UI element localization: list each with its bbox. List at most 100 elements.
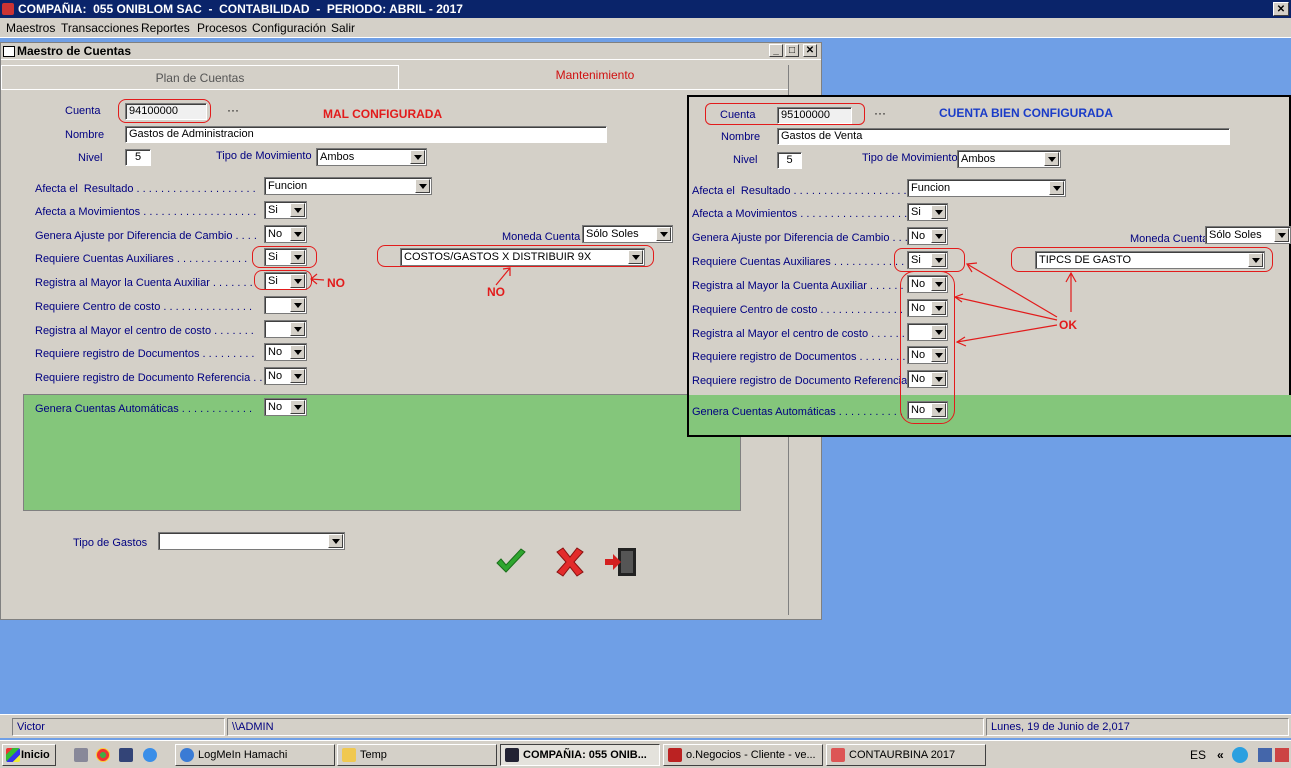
menu-maestros[interactable]: Maestros xyxy=(6,21,55,35)
status-bar: Victor \\ADMIN Lunes, 19 de Junio de 2,0… xyxy=(0,714,1291,738)
menu-reportes[interactable]: Reportes xyxy=(141,21,190,35)
tray-expand-button[interactable]: « xyxy=(1217,744,1224,766)
nombre-label: Nombre xyxy=(65,129,105,141)
nivel-input[interactable]: 5 xyxy=(125,149,151,166)
language-indicator[interactable]: ES xyxy=(1190,744,1206,766)
hamachi-icon xyxy=(180,748,194,762)
teamviewer-icon[interactable] xyxy=(1232,747,1248,763)
taskbar-temp[interactable]: Temp xyxy=(337,744,497,766)
registra-mayor-cc-select[interactable] xyxy=(264,320,307,338)
start-button[interactable]: Inicio xyxy=(2,744,56,766)
app-title: COMPAÑIA: 055 ONIBLOM SAC - CONTABILIDAD… xyxy=(18,2,463,16)
genera-automaticas-label: Genera Cuentas Automáticas . . . . . . .… xyxy=(35,403,253,415)
network-icon[interactable] xyxy=(1258,748,1272,762)
tab-divider xyxy=(1,89,789,90)
chrome-icon[interactable] xyxy=(96,748,110,762)
close-button[interactable]: ✕ xyxy=(803,44,817,57)
app-title-bar: COMPAÑIA: 055 ONIBLOM SAC - CONTABILIDAD… xyxy=(0,0,1291,18)
tipo-gastos-select[interactable] xyxy=(158,532,345,550)
requiere-doc-select[interactable]: No xyxy=(264,343,307,361)
ie-icon[interactable] xyxy=(143,748,157,762)
nombre-input[interactable]: Gastos de Administracion xyxy=(125,126,607,143)
genera-automaticas-value: No xyxy=(268,401,283,413)
tab-plan-cuentas[interactable]: Plan de Cuentas xyxy=(1,65,399,89)
status-date: Lunes, 19 de Junio de 2,017 xyxy=(986,718,1289,736)
ajuste-cambio-label: Genera Ajuste por Diferencia de Cambio .… xyxy=(35,230,257,242)
taskbar-negocios-label: o.Negocios - Cliente - ve... xyxy=(686,749,816,761)
annotation-mal-configurada: MAL CONFIGURADA xyxy=(323,107,443,121)
menu-bar: Maestros Transacciones Reportes Procesos… xyxy=(0,18,1291,38)
chevron-down-icon[interactable] xyxy=(410,150,425,164)
requiere-cc-label: Requiere Centro de costo . . . . . . . .… xyxy=(35,301,253,313)
accept-button[interactable] xyxy=(494,546,528,578)
moneda-cuenta-value: Sólo Soles xyxy=(586,228,639,240)
taskbar-hamachi[interactable]: LogMeIn Hamachi xyxy=(175,744,335,766)
security-icon[interactable] xyxy=(1275,748,1289,762)
menu-configuracion[interactable]: Configuración xyxy=(252,21,326,35)
afecta-movimientos-select[interactable]: Si xyxy=(264,201,307,219)
cancel-button[interactable] xyxy=(553,545,587,579)
taskbar-contaurbina-label: CONTAURBINA 2017 xyxy=(849,749,956,761)
fox-icon xyxy=(831,748,845,762)
status-path: \\ADMIN xyxy=(227,718,984,736)
taskbar-compania[interactable]: COMPAÑIA: 055 ONIB... xyxy=(500,744,660,766)
app-icon xyxy=(2,3,14,15)
minimize-button[interactable]: _ xyxy=(769,44,783,57)
annotation-arrows xyxy=(953,262,1077,347)
windows-logo-icon xyxy=(6,748,20,762)
app-icon xyxy=(505,748,519,762)
quicklaunch-icon-1[interactable] xyxy=(74,748,88,762)
chevron-down-icon[interactable] xyxy=(290,400,305,414)
chevron-down-icon[interactable] xyxy=(290,298,305,312)
taskbar-negocios[interactable]: o.Negocios - Cliente - ve... xyxy=(663,744,823,766)
window-icon xyxy=(3,46,15,57)
chevron-down-icon[interactable] xyxy=(656,227,671,241)
chevron-down-icon[interactable] xyxy=(290,227,305,241)
exit-button[interactable] xyxy=(603,545,639,579)
checkmark-icon xyxy=(496,548,526,573)
close-icon xyxy=(556,547,584,577)
ajuste-cambio-value: No xyxy=(268,228,283,240)
chevron-down-icon[interactable] xyxy=(290,322,305,336)
chevron-down-icon[interactable] xyxy=(415,179,430,193)
taskbar-contaurbina[interactable]: CONTAURBINA 2017 xyxy=(826,744,986,766)
genera-automaticas-select[interactable]: No xyxy=(264,398,307,416)
taskbar: Inicio LogMeIn Hamachi Temp COMPAÑIA: 05… xyxy=(0,740,1291,768)
requiere-cc-select[interactable] xyxy=(264,296,307,314)
menu-salir[interactable]: Salir xyxy=(331,21,355,35)
cuenta-bien-configurada-panel: Cuenta 95100000 ··· CUENTA BIEN CONFIGUR… xyxy=(687,95,1291,437)
afecta-resultado-label: Afecta el Resultado . . . . . . . . . . … xyxy=(35,183,256,195)
arrow-no-2 xyxy=(495,267,511,286)
tipo-movimiento-value: Ambos xyxy=(320,151,355,163)
chevron-down-icon[interactable] xyxy=(290,369,305,383)
main-annotation-arrows xyxy=(310,267,511,286)
requiere-docref-value: No xyxy=(268,370,283,382)
menu-transacciones[interactable]: Transacciones xyxy=(61,21,139,35)
cuenta-lookup-button[interactable]: ··· xyxy=(227,103,239,117)
start-label: Inicio xyxy=(21,749,50,761)
arrow-to-column-bottom xyxy=(956,324,1058,343)
registra-mayor-aux-label: Registra al Mayor la Cuenta Auxiliar . .… xyxy=(35,277,253,289)
ajuste-cambio-select[interactable]: No xyxy=(264,225,307,243)
chevron-down-icon[interactable] xyxy=(290,203,305,217)
maximize-button[interactable]: □ xyxy=(785,44,799,57)
arrow-to-requiere-aux xyxy=(966,263,1058,318)
folder-icon xyxy=(342,748,356,762)
annotation-circle-cuenta xyxy=(118,99,211,123)
app-close-button[interactable]: ✕ xyxy=(1273,2,1289,16)
nivel-label: Nivel xyxy=(78,152,103,164)
taskbar-temp-label: Temp xyxy=(360,749,387,761)
requiere-docref-select[interactable]: No xyxy=(264,367,307,385)
filezilla-icon xyxy=(668,748,682,762)
afecta-resultado-select[interactable]: Funcion xyxy=(264,177,432,195)
exit-door-icon xyxy=(605,548,636,576)
tab-mantenimiento[interactable]: Mantenimiento xyxy=(401,63,789,87)
desktop-icon[interactable] xyxy=(119,748,133,762)
moneda-cuenta-select[interactable]: Sólo Soles xyxy=(582,225,673,243)
tipo-movimiento-label: Tipo de Movimiento xyxy=(216,150,312,162)
tipo-movimiento-select[interactable]: Ambos xyxy=(316,148,427,166)
requiere-auxiliares-label: Requiere Cuentas Auxiliares . . . . . . … xyxy=(35,253,248,265)
chevron-down-icon[interactable] xyxy=(328,534,343,548)
chevron-down-icon[interactable] xyxy=(290,345,305,359)
menu-procesos[interactable]: Procesos xyxy=(197,21,247,35)
